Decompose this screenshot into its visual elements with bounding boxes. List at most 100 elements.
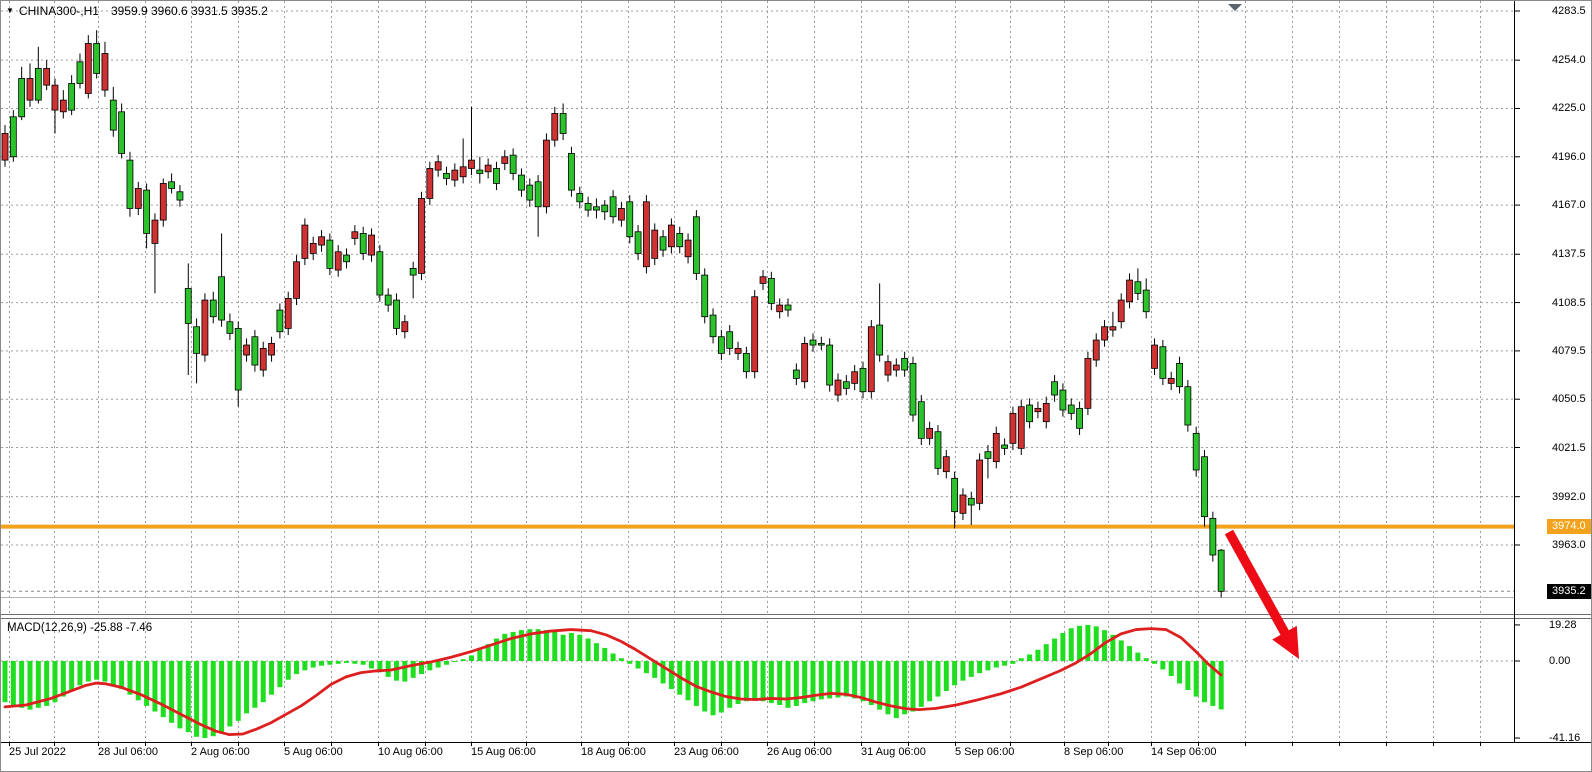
candle-body — [402, 322, 408, 332]
candle-body — [602, 205, 608, 212]
candle-body — [252, 337, 258, 365]
candle-body — [1127, 280, 1133, 302]
scroll-shift-marker-icon[interactable] — [1228, 4, 1242, 11]
price-axis-label: 4167.0 — [1552, 199, 1586, 212]
candle-body — [2, 133, 8, 160]
price-axis-label: 3963.0 — [1552, 539, 1586, 552]
trend-arrow-shaft[interactable] — [1229, 532, 1286, 635]
macd-bar — [319, 661, 324, 666]
macd-bar — [19, 661, 24, 708]
candle-body — [1102, 327, 1108, 340]
candle-body — [344, 255, 350, 262]
candle-body — [552, 113, 558, 140]
macd-bar — [1119, 640, 1124, 661]
candle-body — [110, 100, 116, 130]
price-axis-label: 4050.5 — [1552, 393, 1586, 406]
candle-body — [1110, 327, 1116, 330]
macd-bar — [477, 650, 482, 661]
price-axis-label: 3992.0 — [1552, 491, 1586, 504]
macd-bar — [252, 661, 257, 708]
candle-body — [685, 240, 691, 257]
macd-bar — [752, 661, 757, 700]
chart-area[interactable] — [1, 1, 1592, 772]
macd-bar — [719, 661, 724, 712]
macd-bar — [1069, 628, 1074, 661]
candle-body — [652, 230, 658, 258]
macd-bar — [1019, 658, 1024, 661]
macd-bar — [327, 661, 332, 665]
macd-bar — [1219, 661, 1224, 709]
macd-bar — [194, 661, 199, 737]
candles-layer — [2, 30, 1224, 597]
macd-bar — [111, 661, 116, 685]
candle-body — [410, 268, 416, 275]
symbol-dropdown-icon[interactable]: ▼ — [6, 6, 14, 15]
candle-body — [94, 43, 100, 73]
macd-bar — [702, 661, 707, 712]
macd-bar — [169, 661, 174, 723]
time-axis-label: 5 Sep 06:00 — [955, 746, 1014, 759]
candle-body — [668, 225, 674, 247]
macd-bar — [602, 648, 607, 661]
candle-body — [1068, 405, 1074, 413]
candle-body — [677, 233, 683, 246]
chart-header: ▼CHINA300-,H13959.9 3960.6 3931.5 3935.2 — [6, 4, 268, 18]
macd-bar — [960, 661, 965, 681]
candle-body — [985, 452, 991, 459]
candle-body — [52, 85, 58, 110]
macd-bar — [1144, 658, 1149, 661]
time-axis-label: 5 Aug 06:00 — [284, 746, 343, 759]
candle-body — [868, 327, 874, 392]
macd-bar — [177, 661, 182, 728]
macd-bar — [186, 661, 191, 732]
symbol-period-label: CHINA300-,H1 — [19, 4, 99, 18]
macd-bar — [61, 661, 66, 697]
macd-bar — [1027, 654, 1032, 661]
candle-body — [702, 275, 708, 317]
macd-bar — [761, 661, 766, 701]
candle-body — [277, 310, 283, 332]
macd-axis-label: 0.00 — [1549, 655, 1570, 668]
candle-body — [935, 432, 941, 469]
macd-bar — [402, 661, 407, 682]
candle-body — [460, 167, 466, 177]
candle-body — [202, 300, 208, 355]
candle-body — [493, 168, 499, 183]
macd-bar — [627, 661, 632, 664]
orange-level-price-tag: 3974.0 — [1547, 519, 1592, 534]
candle-body — [1177, 363, 1183, 386]
candle-body — [77, 62, 83, 84]
macd-bar — [561, 635, 566, 661]
candle-body — [210, 300, 216, 317]
time-axis-label: 18 Aug 06:00 — [581, 746, 646, 759]
candle-body — [1010, 413, 1016, 443]
time-axis-label: 23 Aug 06:00 — [674, 746, 739, 759]
candle-body — [177, 192, 183, 200]
candle-body — [327, 240, 333, 268]
candle-body — [302, 225, 308, 258]
macd-bar — [302, 661, 307, 670]
macd-bar — [1177, 661, 1182, 683]
macd-bar — [502, 634, 507, 661]
candle-body — [1035, 408, 1041, 411]
price-axis-label: 4196.0 — [1552, 151, 1586, 164]
candle-body — [135, 188, 141, 208]
candle-body — [235, 328, 241, 390]
candle-body — [394, 300, 400, 328]
candle-body — [127, 160, 133, 208]
candle-body — [69, 83, 75, 110]
price-axis-label: 4108.5 — [1552, 297, 1586, 310]
candle-body — [194, 327, 200, 354]
macd-bar — [786, 661, 791, 708]
candle-body — [35, 68, 41, 100]
candle-body — [577, 193, 583, 201]
candle-body — [777, 305, 783, 312]
candle-body — [185, 288, 191, 323]
candle-body — [244, 345, 250, 355]
candle-body — [927, 428, 933, 438]
macd-bar — [1035, 650, 1040, 661]
macd-bar — [569, 633, 574, 661]
macd-bar — [552, 631, 557, 661]
macd-bar — [77, 661, 82, 685]
macd-bar — [544, 630, 549, 661]
